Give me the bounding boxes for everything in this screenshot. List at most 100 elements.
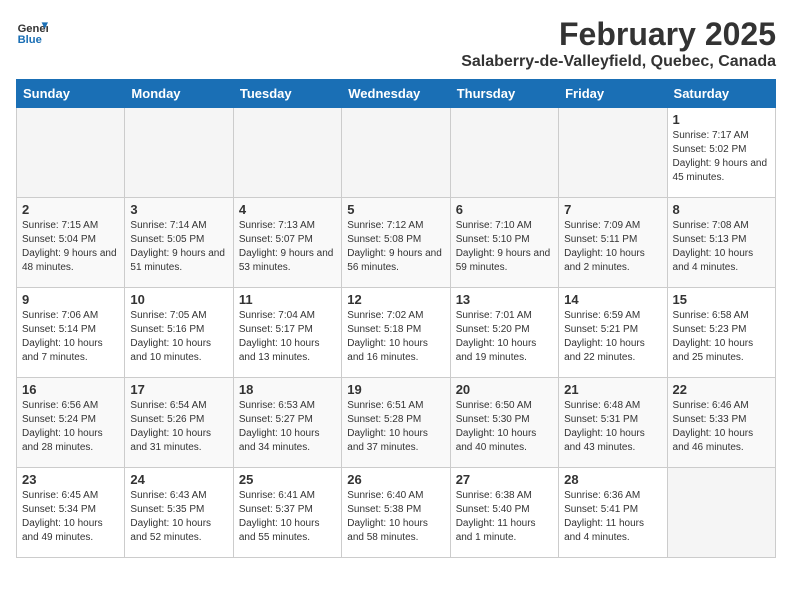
- weekday-header-friday: Friday: [559, 80, 667, 108]
- day-number: 3: [130, 202, 227, 217]
- calendar-cell: 25 Sunrise: 6:41 AM Sunset: 5:37 PM Dayli…: [233, 468, 341, 558]
- day-number: 16: [22, 382, 119, 397]
- page-header: General Blue February 2025 Salaberry-de-…: [16, 16, 776, 71]
- calendar-cell: 21 Sunrise: 6:48 AM Sunset: 5:31 PM Dayli…: [559, 378, 667, 468]
- day-info: Sunrise: 6:43 AM Sunset: 5:35 PM Dayligh…: [130, 489, 227, 545]
- calendar-cell: [233, 108, 341, 198]
- day-info: Sunrise: 7:15 AM Sunset: 5:04 PM Dayligh…: [22, 219, 119, 275]
- day-number: 17: [130, 382, 227, 397]
- day-number: 25: [239, 472, 336, 487]
- day-number: 15: [673, 292, 770, 307]
- calendar-cell: [559, 108, 667, 198]
- calendar-cell: 9 Sunrise: 7:06 AM Sunset: 5:14 PM Daylig…: [17, 288, 125, 378]
- logo-icon: General Blue: [16, 16, 48, 48]
- day-info: Sunrise: 7:04 AM Sunset: 5:17 PM Dayligh…: [239, 309, 336, 365]
- calendar-cell: 1 Sunrise: 7:17 AM Sunset: 5:02 PM Daylig…: [667, 108, 775, 198]
- calendar-cell: 13Sunrise: 7:01 AM Sunset: 5:20 PM Dayli…: [450, 288, 558, 378]
- calendar-cell: 28 Sunrise: 6:36 AM Sunset: 5:41 PM Dayli…: [559, 468, 667, 558]
- day-info: Sunrise: 7:01 AM Sunset: 5:20 PM Dayligh…: [456, 309, 553, 365]
- calendar-cell: 12 Sunrise: 7:02 AM Sunset: 5:18 PM Dayli…: [342, 288, 450, 378]
- calendar-cell: 7 Sunrise: 7:09 AM Sunset: 5:11 PM Daylig…: [559, 198, 667, 288]
- day-info: Sunrise: 7:12 AM Sunset: 5:08 PM Dayligh…: [347, 219, 444, 275]
- calendar-cell: 14Sunrise: 6:59 AM Sunset: 5:21 PM Dayli…: [559, 288, 667, 378]
- calendar-cell: 15Sunrise: 6:58 AM Sunset: 5:23 PM Dayli…: [667, 288, 775, 378]
- day-info: Sunrise: 7:17 AM Sunset: 5:02 PM Dayligh…: [673, 129, 770, 185]
- day-number: 28: [564, 472, 661, 487]
- day-info: Sunrise: 6:40 AM Sunset: 5:38 PM Dayligh…: [347, 489, 444, 545]
- day-number: 8: [673, 202, 770, 217]
- calendar-cell: [450, 108, 558, 198]
- day-info: Sunrise: 6:59 AM Sunset: 5:21 PM Dayligh…: [564, 309, 661, 365]
- month-title: February 2025: [461, 16, 776, 53]
- day-number: 22: [673, 382, 770, 397]
- logo: General Blue: [16, 16, 48, 48]
- calendar-cell: 5 Sunrise: 7:12 AM Sunset: 5:08 PM Daylig…: [342, 198, 450, 288]
- calendar-week-row: 16 Sunrise: 6:56 AM Sunset: 5:24 PM Dayli…: [17, 378, 776, 468]
- day-number: 4: [239, 202, 336, 217]
- calendar-cell: 27 Sunrise: 6:38 AM Sunset: 5:40 PM Dayli…: [450, 468, 558, 558]
- day-info: Sunrise: 7:13 AM Sunset: 5:07 PM Dayligh…: [239, 219, 336, 275]
- day-number: 26: [347, 472, 444, 487]
- calendar-cell: [667, 468, 775, 558]
- calendar-cell: 3 Sunrise: 7:14 AM Sunset: 5:05 PM Daylig…: [125, 198, 233, 288]
- day-info: Sunrise: 7:14 AM Sunset: 5:05 PM Dayligh…: [130, 219, 227, 275]
- calendar-cell: [125, 108, 233, 198]
- calendar-cell: 10 Sunrise: 7:05 AM Sunset: 5:16 PM Dayli…: [125, 288, 233, 378]
- day-number: 9: [22, 292, 119, 307]
- day-info: Sunrise: 7:10 AM Sunset: 5:10 PM Dayligh…: [456, 219, 553, 275]
- calendar-cell: 11 Sunrise: 7:04 AM Sunset: 5:17 PM Dayli…: [233, 288, 341, 378]
- calendar-week-row: 9 Sunrise: 7:06 AM Sunset: 5:14 PM Daylig…: [17, 288, 776, 378]
- day-info: Sunrise: 7:09 AM Sunset: 5:11 PM Dayligh…: [564, 219, 661, 275]
- day-number: 19: [347, 382, 444, 397]
- day-number: 21: [564, 382, 661, 397]
- day-number: 2: [22, 202, 119, 217]
- day-number: 24: [130, 472, 227, 487]
- day-info: Sunrise: 7:02 AM Sunset: 5:18 PM Dayligh…: [347, 309, 444, 365]
- day-number: 12: [347, 292, 444, 307]
- weekday-header-thursday: Thursday: [450, 80, 558, 108]
- day-number: 11: [239, 292, 336, 307]
- day-info: Sunrise: 6:53 AM Sunset: 5:27 PM Dayligh…: [239, 399, 336, 455]
- day-info: Sunrise: 6:48 AM Sunset: 5:31 PM Dayligh…: [564, 399, 661, 455]
- day-info: Sunrise: 6:51 AM Sunset: 5:28 PM Dayligh…: [347, 399, 444, 455]
- day-info: Sunrise: 7:06 AM Sunset: 5:14 PM Dayligh…: [22, 309, 119, 365]
- svg-text:Blue: Blue: [18, 34, 42, 46]
- calendar-week-row: 1 Sunrise: 7:17 AM Sunset: 5:02 PM Daylig…: [17, 108, 776, 198]
- weekday-header-tuesday: Tuesday: [233, 80, 341, 108]
- day-number: 23: [22, 472, 119, 487]
- day-info: Sunrise: 6:56 AM Sunset: 5:24 PM Dayligh…: [22, 399, 119, 455]
- day-info: Sunrise: 6:50 AM Sunset: 5:30 PM Dayligh…: [456, 399, 553, 455]
- calendar-cell: 6 Sunrise: 7:10 AM Sunset: 5:10 PM Daylig…: [450, 198, 558, 288]
- calendar-cell: 26 Sunrise: 6:40 AM Sunset: 5:38 PM Dayli…: [342, 468, 450, 558]
- day-number: 7: [564, 202, 661, 217]
- day-number: 5: [347, 202, 444, 217]
- day-number: 6: [456, 202, 553, 217]
- title-section: February 2025 Salaberry-de-Valleyfield, …: [461, 16, 776, 71]
- calendar-week-row: 23Sunrise: 6:45 AM Sunset: 5:34 PM Dayli…: [17, 468, 776, 558]
- weekday-header-row: SundayMondayTuesdayWednesdayThursdayFrid…: [17, 80, 776, 108]
- calendar-cell: [342, 108, 450, 198]
- calendar-table: SundayMondayTuesdayWednesdayThursdayFrid…: [16, 79, 776, 558]
- calendar-cell: 8 Sunrise: 7:08 AM Sunset: 5:13 PM Daylig…: [667, 198, 775, 288]
- calendar-cell: 20Sunrise: 6:50 AM Sunset: 5:30 PM Dayli…: [450, 378, 558, 468]
- calendar-week-row: 2 Sunrise: 7:15 AM Sunset: 5:04 PM Daylig…: [17, 198, 776, 288]
- calendar-cell: [17, 108, 125, 198]
- day-number: 27: [456, 472, 553, 487]
- day-info: Sunrise: 6:38 AM Sunset: 5:40 PM Dayligh…: [456, 489, 553, 545]
- day-info: Sunrise: 6:41 AM Sunset: 5:37 PM Dayligh…: [239, 489, 336, 545]
- calendar-cell: 2 Sunrise: 7:15 AM Sunset: 5:04 PM Daylig…: [17, 198, 125, 288]
- calendar-cell: 24 Sunrise: 6:43 AM Sunset: 5:35 PM Dayli…: [125, 468, 233, 558]
- day-info: Sunrise: 7:08 AM Sunset: 5:13 PM Dayligh…: [673, 219, 770, 275]
- calendar-cell: 16 Sunrise: 6:56 AM Sunset: 5:24 PM Dayli…: [17, 378, 125, 468]
- weekday-header-saturday: Saturday: [667, 80, 775, 108]
- day-info: Sunrise: 6:36 AM Sunset: 5:41 PM Dayligh…: [564, 489, 661, 545]
- day-info: Sunrise: 7:05 AM Sunset: 5:16 PM Dayligh…: [130, 309, 227, 365]
- day-number: 1: [673, 112, 770, 127]
- weekday-header-wednesday: Wednesday: [342, 80, 450, 108]
- day-info: Sunrise: 6:46 AM Sunset: 5:33 PM Dayligh…: [673, 399, 770, 455]
- calendar-cell: 18Sunrise: 6:53 AM Sunset: 5:27 PM Dayli…: [233, 378, 341, 468]
- day-number: 10: [130, 292, 227, 307]
- calendar-cell: 4 Sunrise: 7:13 AM Sunset: 5:07 PM Daylig…: [233, 198, 341, 288]
- calendar-cell: 19 Sunrise: 6:51 AM Sunset: 5:28 PM Dayli…: [342, 378, 450, 468]
- weekday-header-monday: Monday: [125, 80, 233, 108]
